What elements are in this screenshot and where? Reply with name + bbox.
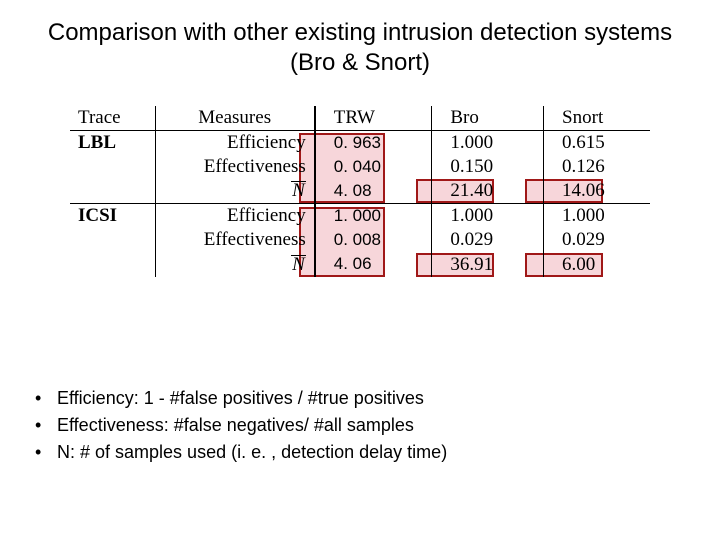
th-snort: Snort: [544, 106, 650, 131]
cell-lbl-snort-n: 14.06: [544, 179, 650, 204]
cell-lbl-trw-effv: 0. 040: [315, 155, 432, 179]
bullet-n: • N: # of samples used (i. e. , detectio…: [35, 442, 447, 463]
slide-title: Comparison with other existing intrusion…: [0, 0, 720, 78]
cell-icsi-bro-eff: 1.000: [432, 204, 544, 229]
trace-lbl: LBL: [70, 131, 155, 156]
cell-lbl-trw-n: 4. 08: [315, 179, 432, 204]
cell-lbl-snort-effv: 0.126: [544, 155, 650, 179]
cell-lbl-trw-eff: 0. 963: [315, 131, 432, 156]
meas-nbar-0: N: [155, 179, 315, 204]
cell-icsi-trw-n: 4. 06: [315, 252, 432, 276]
cell-icsi-snort-n: 6.00: [544, 252, 650, 276]
cell-lbl-bro-eff: 1.000: [432, 131, 544, 156]
cell-icsi-bro-n: 36.91: [432, 252, 544, 276]
meas-efficiency-1: Efficiency: [155, 204, 315, 229]
cell-lbl-bro-effv: 0.150: [432, 155, 544, 179]
cell-lbl-snort-eff: 0.615: [544, 131, 650, 156]
meas-nbar-1: N: [155, 252, 315, 276]
bullet-text: Efficiency: 1 - #false positives / #true…: [57, 388, 424, 409]
meas-efficiency-0: Efficiency: [155, 131, 315, 156]
comparison-table-wrap: Trace Measures TRW Bro Snort LBL Efficie…: [70, 106, 650, 277]
cell-icsi-snort-effv: 0.029: [544, 228, 650, 252]
bullet-dot-icon: •: [35, 442, 57, 463]
meas-effectiveness-1: Effectiveness: [155, 228, 315, 252]
cell-icsi-snort-eff: 1.000: [544, 204, 650, 229]
bullet-dot-icon: •: [35, 388, 57, 409]
bullet-efficiency: • Efficiency: 1 - #false positives / #tr…: [35, 388, 447, 409]
bullet-effectiveness: • Effectiveness: #false negatives/ #all …: [35, 415, 447, 436]
bullet-dot-icon: •: [35, 415, 57, 436]
th-measures: Measures: [155, 106, 315, 131]
cell-icsi-trw-eff: 1. 000: [315, 204, 432, 229]
comparison-table: Trace Measures TRW Bro Snort LBL Efficie…: [70, 106, 650, 277]
bullet-text: N: # of samples used (i. e. , detection …: [57, 442, 447, 463]
th-trace: Trace: [70, 106, 155, 131]
bullet-text: Effectiveness: #false negatives/ #all sa…: [57, 415, 414, 436]
cell-icsi-trw-effv: 0. 008: [315, 228, 432, 252]
cell-lbl-bro-n: 21.40: [432, 179, 544, 204]
cell-icsi-bro-effv: 0.029: [432, 228, 544, 252]
meas-effectiveness-0: Effectiveness: [155, 155, 315, 179]
definitions-list: • Efficiency: 1 - #false positives / #tr…: [35, 388, 447, 469]
th-bro: Bro: [432, 106, 544, 131]
th-trw: TRW: [315, 106, 432, 131]
trace-icsi: ICSI: [70, 204, 155, 229]
